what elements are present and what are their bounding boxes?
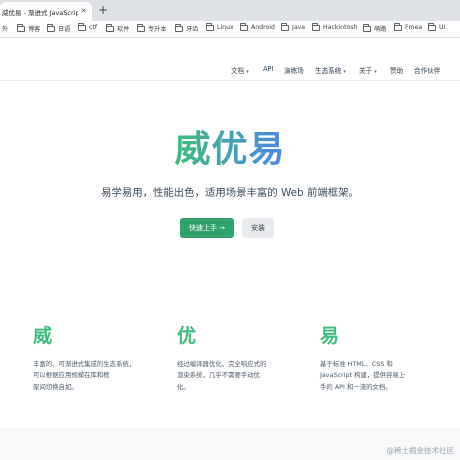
feature-description: 丰富的、可渐进式集成的生态系统， 可以根据应用规模在库和框 架间切换自如。 [33, 359, 145, 393]
chevron-down-icon: ▾ [246, 69, 249, 75]
bookmark-item[interactable]: 日语 [47, 24, 70, 33]
feature-description: 经过编译器优化、完全响应式的 渲染系统，几乎不需要手动优 化。 [177, 359, 289, 393]
feature-card: 威 丰富的、可渐进式集成的生态系统， 可以根据应用规模在库和框 架间切换自如。 [33, 323, 145, 393]
bookmark-label: 外 [2, 26, 9, 33]
folder-icon [106, 24, 114, 32]
feature-title: 优 [177, 325, 197, 347]
watermark: @稀土掘金技术社区 [386, 446, 455, 455]
bookmark-item[interactable]: 博客 [17, 24, 40, 33]
feature-description: 基于标准 HTML、CSS 和 JavaScript 构建，提供容易上 手的 A… [320, 359, 432, 393]
get-started-button[interactable]: 快速上手 → [180, 218, 234, 238]
feature-line: JavaScript 构建，提供容易上 [320, 371, 406, 380]
bookmark-label: ctf [89, 24, 98, 31]
bookmark-item[interactable]: Linux [206, 23, 234, 31]
feature-title: 易 [320, 325, 340, 347]
nav-api[interactable]: API [263, 65, 273, 73]
folder-icon [175, 24, 183, 32]
bookmark-label: Linux [217, 24, 234, 31]
bookmark-label: Android [251, 24, 275, 31]
bookmark-item[interactable]: 外 [2, 24, 8, 33]
nav-docs[interactable]: 文档 ▾ [231, 65, 249, 75]
folder-icon [47, 24, 55, 32]
bookmarks-bar: 外 博客 日语 ctf 软件 专升本 牙齿 Linux Android Java… [0, 21, 460, 38]
hero-title: 威优易 [0, 128, 460, 172]
nav-docs-label: 文档 [231, 67, 245, 75]
feature-line: 渲染系统，几乎不需要手动优 [177, 371, 261, 380]
bookmark-label: 日语 [58, 26, 71, 33]
folder-icon [240, 23, 248, 31]
folder-icon [394, 23, 402, 31]
hero-tagline: 易学易用，性能出色，适用场景丰富的 Web 前端框架。 [101, 187, 359, 199]
chevron-down-icon: ▾ [374, 69, 377, 75]
feature-card: 优 经过编译器优化、完全响应式的 渲染系统，几乎不需要手动优 化。 [177, 323, 289, 393]
bookmark-item[interactable]: ctf [78, 23, 98, 31]
nav-ecosystem-label: 生态系统 [315, 67, 342, 75]
bookmark-label: 专升本 [148, 26, 167, 33]
tab-close-icon[interactable]: × [80, 6, 87, 16]
nav-sponsor[interactable]: 赞助 [390, 65, 403, 75]
bookmark-label: 萌路 [374, 26, 387, 33]
folder-icon [17, 24, 25, 32]
feature-title: 威 [33, 325, 53, 347]
bookmark-item[interactable]: Hackintosh [312, 23, 358, 31]
tab-title: 威优易 - 渐进式 JavaScript 框 [2, 8, 78, 17]
feature-line: 架间切换自如。 [33, 382, 78, 391]
nav-playground[interactable]: 演练场 [284, 65, 304, 75]
folder-icon [281, 23, 289, 31]
bookmark-item[interactable]: 软件 [106, 24, 129, 33]
site-navbar: 文档 ▾ API 演练场 生态系统 ▾ 关于 ▾ 赞助 合作伙伴 [0, 59, 460, 81]
feature-line: 手的 API 和一流的文档。 [320, 382, 392, 391]
folder-icon [363, 24, 371, 32]
bookmark-item[interactable]: Java [281, 23, 306, 31]
feature-card: 易 基于标准 HTML、CSS 和 JavaScript 构建，提供容易上 手的… [320, 323, 432, 393]
bookmark-label: 软件 [117, 26, 130, 33]
folder-icon [312, 23, 320, 31]
folder-icon [78, 23, 86, 31]
feature-line: 化。 [177, 382, 190, 391]
bookmark-item[interactable]: 牙齿 [175, 24, 198, 33]
nav-about[interactable]: 关于 ▾ [359, 65, 377, 75]
new-tab-icon[interactable]: + [98, 3, 108, 17]
nav-ecosystem[interactable]: 生态系统 ▾ [315, 65, 346, 75]
bookmark-label: UI [439, 24, 446, 31]
bookmark-item[interactable]: Fmea [394, 23, 423, 31]
browser-tab[interactable]: 威优易 - 渐进式 JavaScript 框 × [0, 2, 92, 21]
bookmark-label: 博客 [28, 26, 41, 33]
folder-icon [137, 24, 145, 32]
bookmark-label: Hackintosh [323, 24, 358, 31]
folder-icon [206, 23, 214, 31]
bookmark-item[interactable]: Android [240, 23, 275, 31]
browser-tab-strip: 威优易 - 渐进式 JavaScript 框 × + [0, 0, 460, 21]
feature-line: 经过编译器优化、完全响应式的 [177, 360, 267, 368]
feature-line: 基于标准 HTML、CSS 和 [320, 360, 393, 368]
bookmark-item[interactable]: 专升本 [137, 24, 167, 33]
feature-line: 丰富的、可渐进式集成的生态系统， [33, 360, 136, 368]
bookmark-label: 牙齿 [186, 26, 199, 33]
folder-icon [428, 23, 436, 31]
install-button[interactable]: 安装 [242, 218, 274, 238]
bookmark-label: Java [292, 24, 306, 31]
bookmark-item[interactable]: UI [428, 23, 446, 31]
bookmark-item[interactable]: 萌路 [363, 24, 386, 33]
chevron-down-icon: ▾ [343, 69, 346, 75]
feature-line: 可以根据应用规模在库和框 [33, 371, 110, 380]
nav-partners[interactable]: 合作伙伴 [414, 65, 440, 75]
nav-about-label: 关于 [359, 67, 373, 75]
bookmark-label: Fmea [405, 24, 423, 31]
